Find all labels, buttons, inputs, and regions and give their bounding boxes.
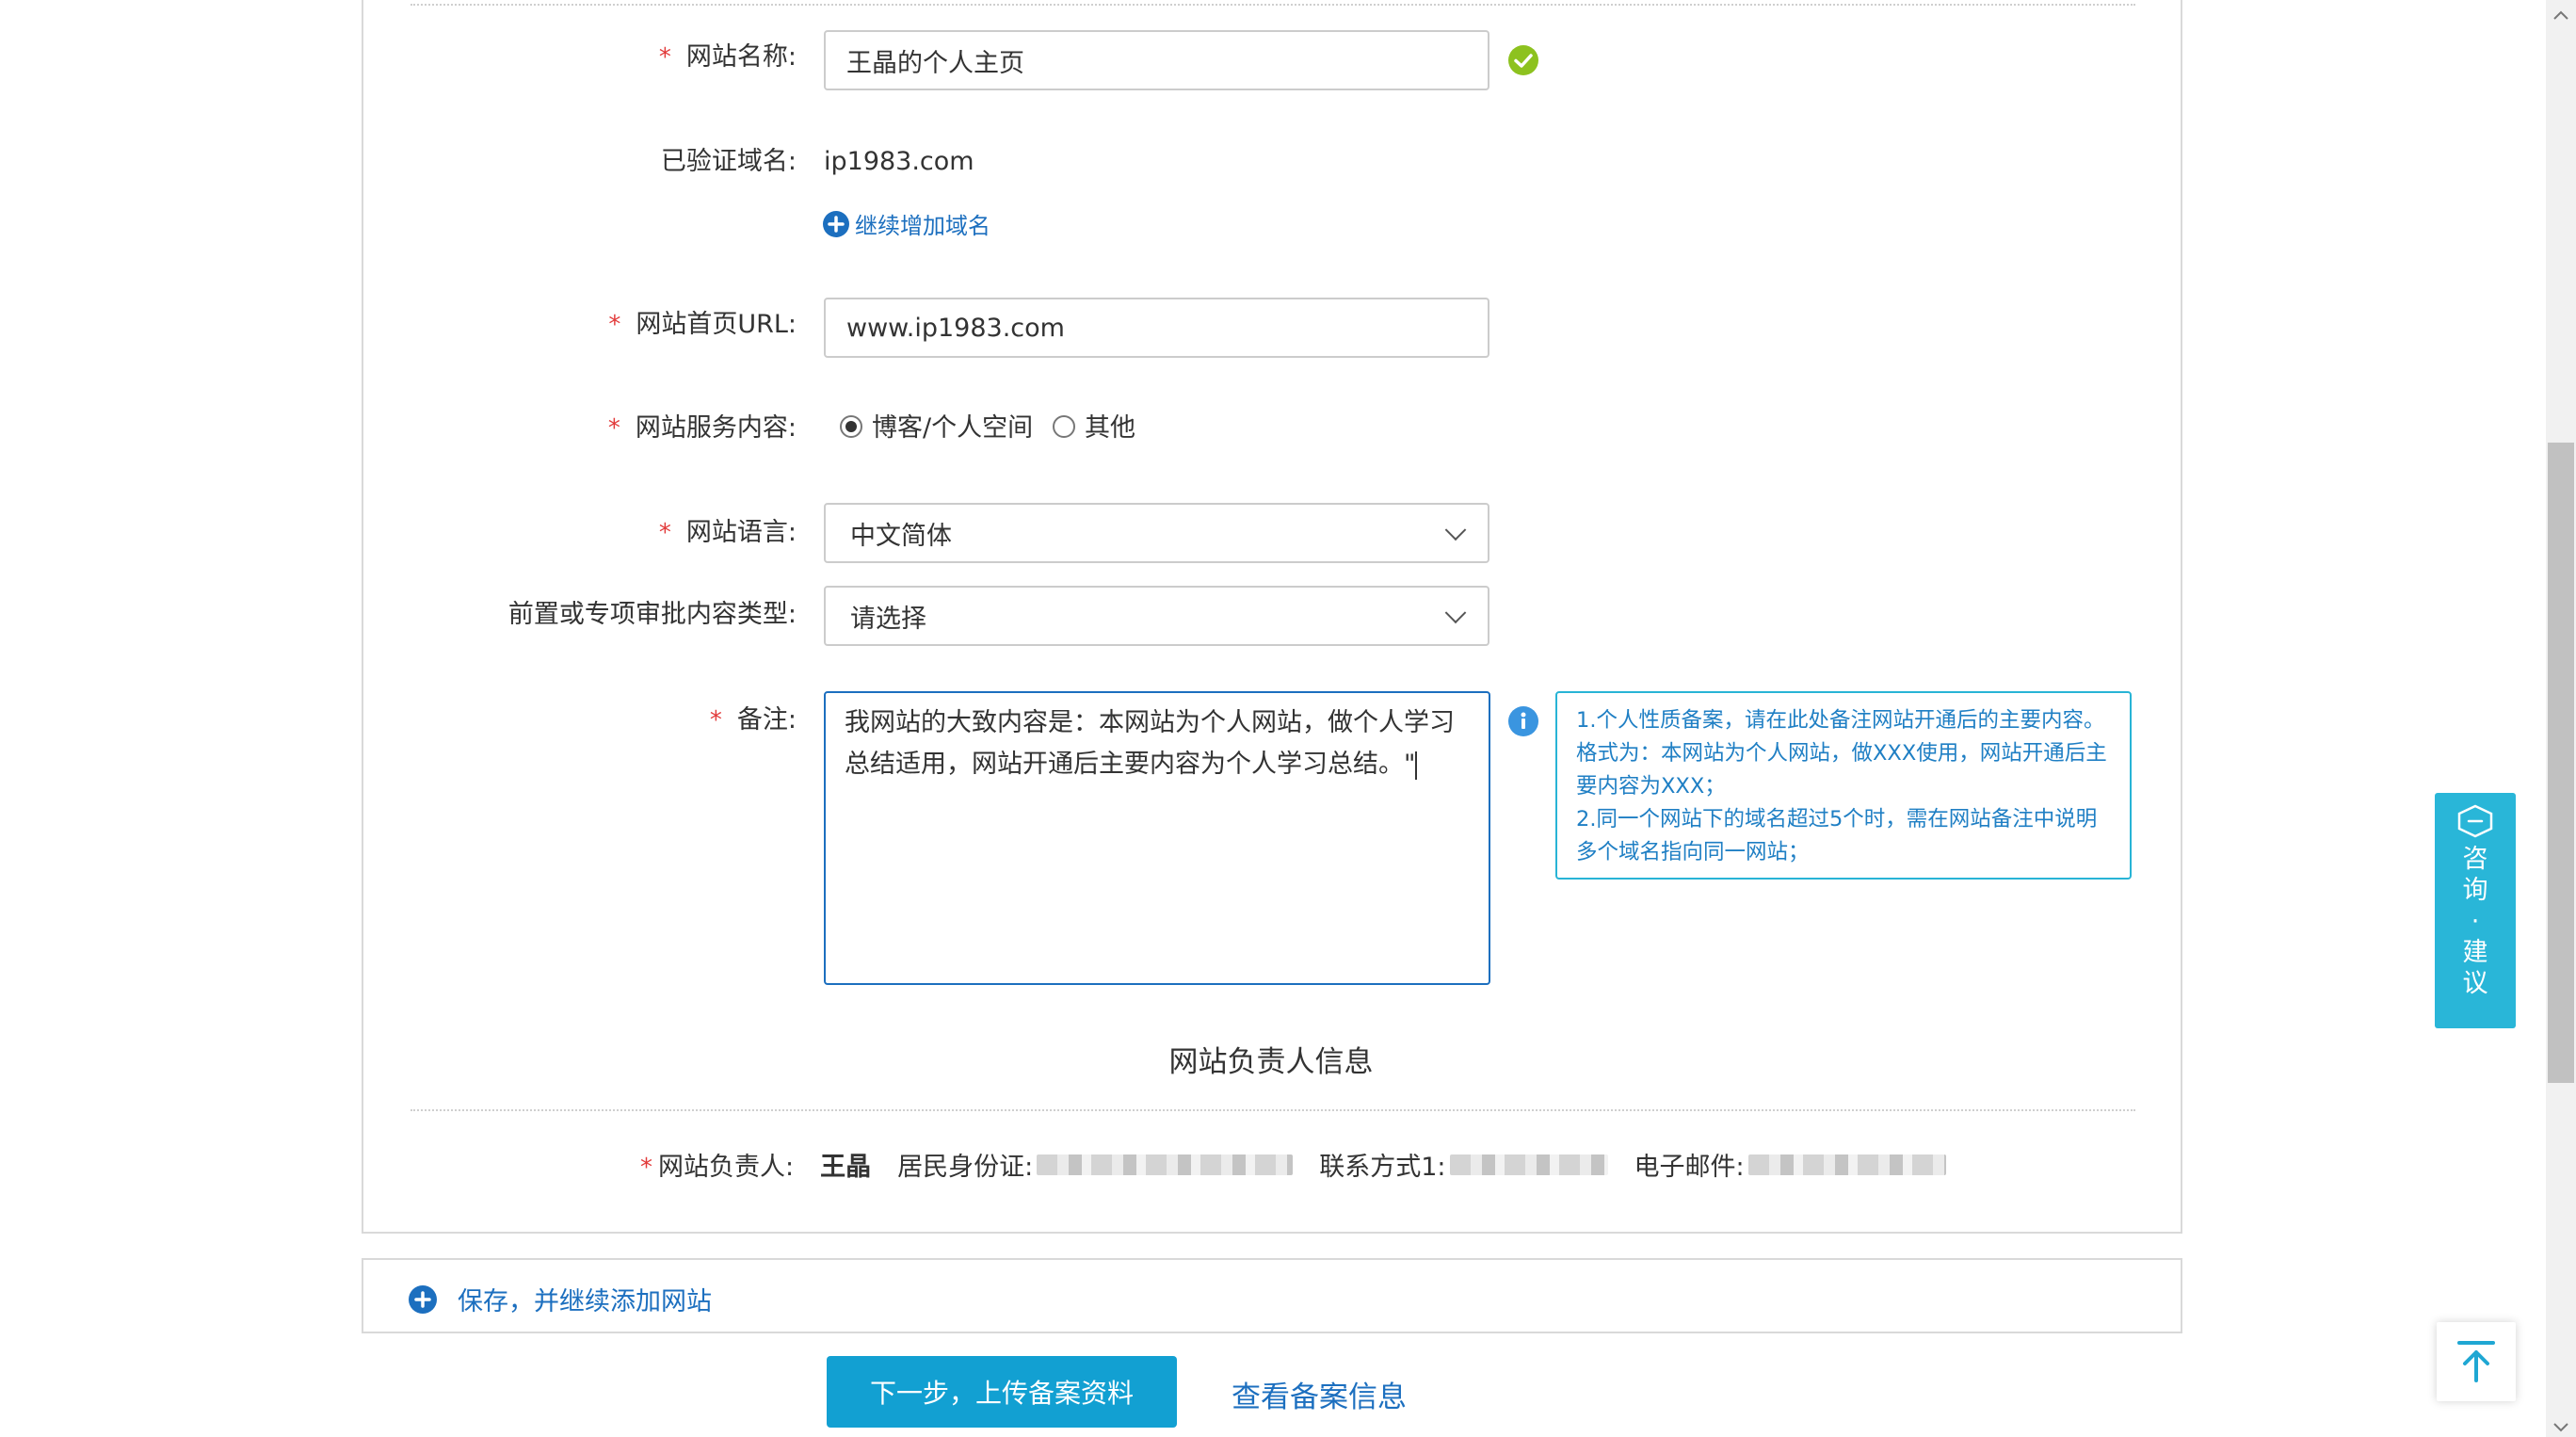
service-content-label: * 网站服务内容: (607, 413, 797, 443)
text-cursor (1415, 751, 1418, 780)
phone-label: 联系方式1: (1319, 1153, 1446, 1182)
id-label: 居民身份证: (897, 1153, 1034, 1182)
service-radio-other[interactable]: 其他 (1053, 412, 1135, 444)
home-url-input[interactable]: www.ip1983.com (824, 298, 1489, 358)
service-radio-blog[interactable]: 博客/个人空间 (840, 412, 1033, 444)
scrollbar-thumb[interactable] (2548, 443, 2574, 1083)
phone-redacted (1449, 1154, 1608, 1175)
next-upload-button[interactable]: 下一步，上传备案资料 (827, 1356, 1177, 1428)
tip-line-2: 2.同一个网站下的域名超过5个时，需在网站备注中说明多个域名指向同一网站； (1576, 807, 2098, 864)
plus-circle-icon (823, 210, 849, 237)
radio-unchecked-icon (1053, 414, 1075, 438)
info-icon (1508, 706, 1538, 736)
owner-section-title: 网站负责人信息 (1168, 1045, 1374, 1079)
approval-type-label: 前置或专项审批内容类型: (507, 600, 797, 629)
owner-name: 王晶 (820, 1153, 872, 1182)
verified-domain-label: 已验证域名: (660, 147, 797, 176)
scroll-up-arrow-icon[interactable] (2553, 6, 2568, 20)
site-name-label: * 网站名称: (658, 42, 797, 72)
owner-divider (411, 1109, 2135, 1111)
scroll-top-button[interactable] (2437, 1322, 2516, 1401)
language-select[interactable]: 中文简体 (824, 503, 1489, 563)
site-name-input[interactable]: 王晶的个人主页 (824, 30, 1489, 90)
remarks-textarea[interactable]: 我网站的大致内容是：本网站为个人网站，做个人学习总结适用，网站开通后主要内容为个… (824, 691, 1490, 985)
chevron-down-icon (1444, 519, 1467, 541)
email-label: 电子邮件: (1634, 1153, 1745, 1182)
chat-icon (2455, 804, 2495, 838)
chevron-down-icon (1444, 602, 1467, 624)
save-continue-link[interactable]: 保存，并继续添加网站 (409, 1281, 712, 1317)
home-url-label: * 网站首页URL: (608, 310, 797, 339)
top-divider (411, 4, 2135, 6)
remarks-tip: 1.个人性质备案，请在此处备注网站开通后的主要内容。格式为：本网站为个人网站，做… (1555, 691, 2132, 880)
consult-float-button[interactable]: 咨 询 · 建 议 (2435, 793, 2516, 1028)
add-domain-link[interactable]: 继续增加域名 (823, 207, 990, 240)
verified-domain-value: ip1983.com (824, 147, 974, 176)
owner-label: * 网站负责人: (640, 1153, 795, 1182)
scroll-down-arrow-icon[interactable] (2553, 1418, 2568, 1432)
tip-line-1: 1.个人性质备案，请在此处备注网站开通后的主要内容。格式为：本网站为个人网站，做… (1576, 708, 2107, 799)
consult-label: 咨 询 · 建 议 (2462, 845, 2488, 998)
view-record-link[interactable]: 查看备案信息 (1232, 1373, 1407, 1415)
language-label: * 网站语言: (658, 518, 797, 547)
approval-type-select[interactable]: 请选择 (824, 586, 1489, 646)
remarks-label: * 备注: (709, 705, 797, 735)
plus-circle-icon (409, 1284, 437, 1314)
owner-row: * 网站负责人: 王晶 居民身份证: 联系方式1: 电子邮件: (640, 1146, 1946, 1183)
radio-checked-icon (840, 414, 862, 438)
id-redacted (1037, 1154, 1294, 1175)
valid-check-icon (1508, 45, 1538, 75)
arrow-up-icon (2455, 1339, 2497, 1384)
email-redacted (1747, 1154, 1946, 1175)
